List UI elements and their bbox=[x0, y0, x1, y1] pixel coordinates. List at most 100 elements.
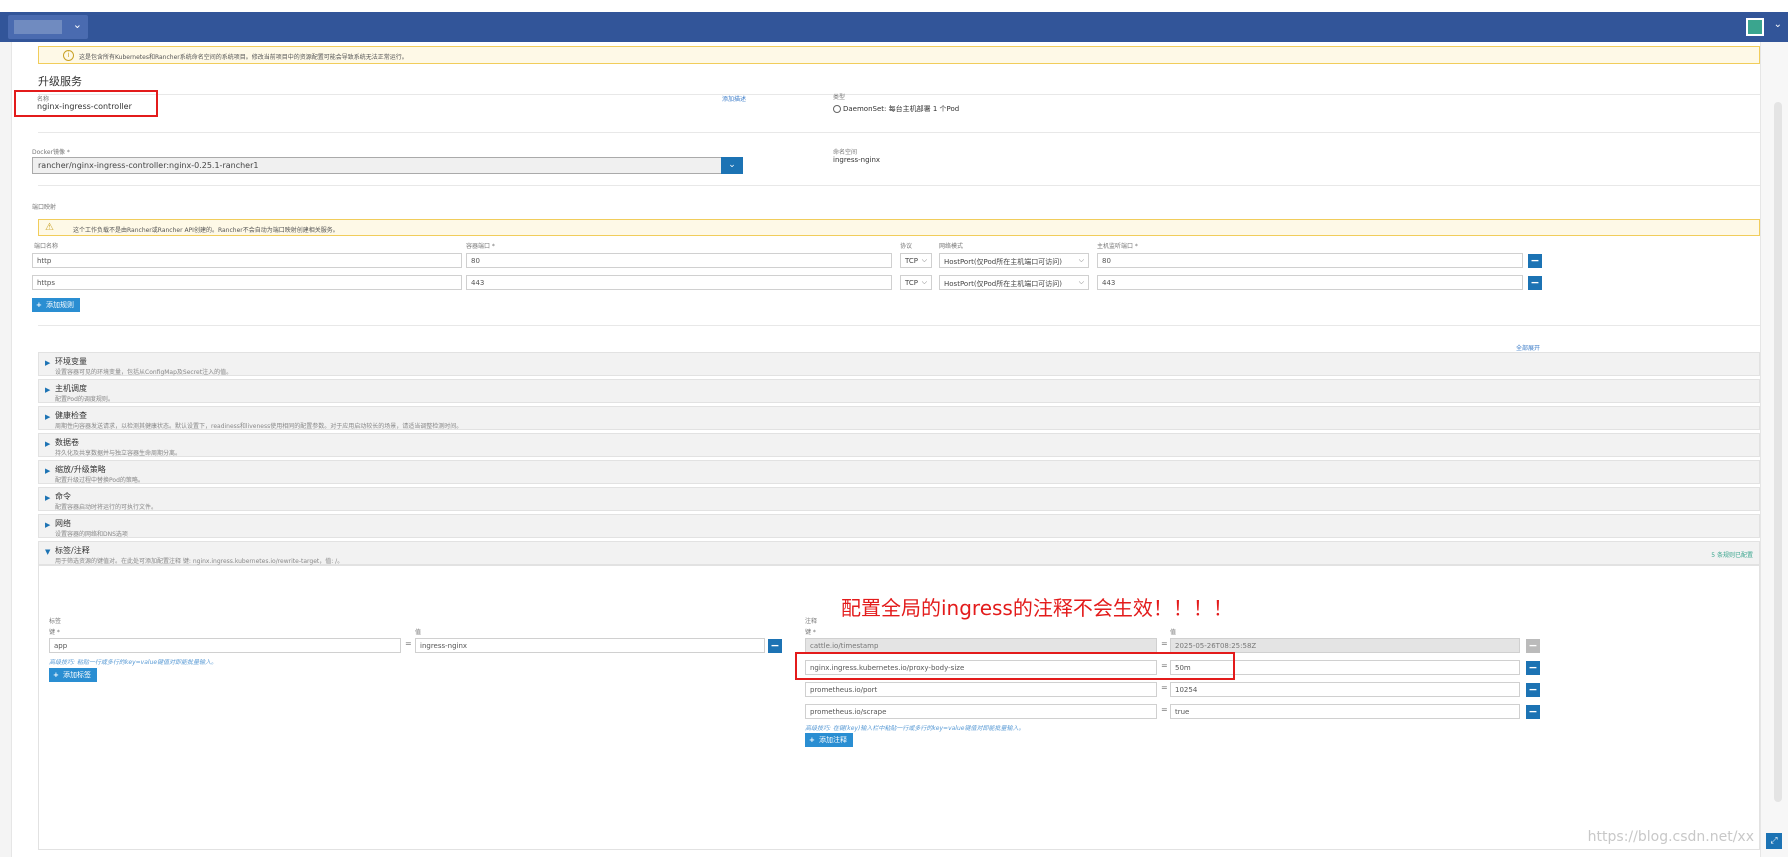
accordion-labels-annotations[interactable]: ▼ 标签/注释 用于筛选资源的键值对。在此处可添加配置注释 键: nginx.i… bbox=[38, 541, 1760, 565]
type-value-text: DaemonSet: 每台主机部署 1 个Pod bbox=[843, 105, 960, 113]
accordion-desc: 配置容器启动时将运行的可执行文件。 bbox=[55, 504, 158, 511]
namespace-label: 命名空间 bbox=[833, 149, 858, 156]
environment-switcher[interactable]: ⌄ bbox=[8, 15, 88, 39]
annotation-value-input[interactable]: true bbox=[1170, 704, 1520, 719]
label-key-header: 键 * bbox=[49, 629, 60, 636]
port-mapping-warning: ⚠ 这个工作负载不是由Rancher或Rancher API创建的。Ranche… bbox=[38, 219, 1760, 236]
annotation-key-input[interactable]: prometheus.io/port bbox=[805, 682, 1157, 697]
remove-label-button[interactable]: − bbox=[768, 639, 782, 653]
protocol-select[interactable]: TCP ⌵ bbox=[900, 253, 932, 268]
label-value-header: 值 bbox=[415, 629, 422, 636]
accordion-desc: 用于筛选资源的键值对。在此处可添加配置注释 键: nginx.ingress.k… bbox=[55, 558, 344, 565]
add-annotation-button[interactable]: + 添加注释 bbox=[805, 733, 853, 747]
accordion-desc: 配置Pod的调度规则。 bbox=[55, 396, 114, 403]
add-label-button[interactable]: + 添加标签 bbox=[49, 668, 97, 682]
annotation-value-input[interactable]: 10254 bbox=[1170, 682, 1520, 697]
notice-text: 这是包含所有Kubernetes和Rancher系统命名空间的系统项目。修改当前… bbox=[79, 54, 408, 61]
accordion-title: 网络 bbox=[55, 519, 71, 528]
name-highlight-box bbox=[14, 90, 158, 117]
expand-triangle-icon: ▶ bbox=[45, 440, 51, 448]
col-container-port: 容器端口 * bbox=[466, 243, 495, 250]
top-navigation-bar: ⌄ ⌄ bbox=[0, 12, 1788, 42]
remove-annotation-button[interactable]: − bbox=[1526, 683, 1540, 697]
accordion-title: 健康检查 bbox=[55, 411, 87, 420]
docker-image-input[interactable]: rancher/nginx-ingress-controller:nginx-0… bbox=[32, 157, 722, 174]
accordion-networking[interactable]: ▶ 网络 设置容器的网络和DNS选项 bbox=[38, 514, 1760, 538]
left-rail bbox=[0, 42, 12, 857]
network-mode-select[interactable]: HostPort(仅Pod所在主机端口可访问) ⌵ bbox=[939, 253, 1089, 268]
label-value-input[interactable]: ingress-nginx bbox=[415, 638, 765, 653]
select-chevron-icon: ⌵ bbox=[1078, 278, 1084, 286]
accordion-desc: 设置容器的网络和DNS选项 bbox=[55, 531, 128, 538]
expand-all-link[interactable]: 全部展开 bbox=[1516, 343, 1540, 352]
divider bbox=[38, 325, 1760, 326]
accordion-health-check[interactable]: ▶ 健康检查 周期性向容器发送请求，以检测其健康状态。默认设置下，readine… bbox=[38, 406, 1760, 430]
col-host-port: 主机监听端口 * bbox=[1097, 243, 1138, 250]
accordion-title: 数据卷 bbox=[55, 438, 79, 447]
container-port-input[interactable]: 443 bbox=[466, 275, 892, 290]
host-port-input[interactable]: 80 bbox=[1097, 253, 1523, 268]
avatar-chevron-down-icon[interactable]: ⌄ bbox=[1774, 19, 1782, 30]
accordion-desc: 设置容器可见的环境变量，包括从ConfigMap及Secret注入的值。 bbox=[55, 369, 233, 376]
type-value: DaemonSet: 每台主机部署 1 个Pod bbox=[833, 104, 959, 114]
expand-triangle-icon: ▶ bbox=[45, 494, 51, 502]
network-mode-select[interactable]: HostPort(仅Pod所在主机端口可访问) ⌵ bbox=[939, 275, 1089, 290]
labels-paste-hint: 高级技巧: 粘贴一行或多行的key=value键值对即能批量输入。 bbox=[49, 659, 218, 666]
accordion-title: 主机调度 bbox=[55, 384, 87, 393]
network-mode-value: HostPort(仅Pod所在主机端口可访问) bbox=[944, 280, 1062, 288]
add-label-text: 添加标签 bbox=[63, 671, 91, 679]
remove-annotation-button: − bbox=[1526, 639, 1540, 653]
add-rule-button[interactable]: + 添加规则 bbox=[32, 298, 80, 312]
select-chevron-icon: ⌵ bbox=[921, 256, 927, 264]
chevron-down-icon: ⌄ bbox=[728, 160, 736, 170]
page-title: 升级服务 bbox=[38, 75, 82, 88]
annotation-key-input[interactable]: prometheus.io/scrape bbox=[805, 704, 1157, 719]
host-port-input[interactable]: 443 bbox=[1097, 275, 1523, 290]
remove-port-button[interactable]: − bbox=[1528, 254, 1542, 268]
col-network-mode: 网络模式 bbox=[939, 243, 964, 250]
remove-annotation-button[interactable]: − bbox=[1526, 661, 1540, 675]
accordion-volumes[interactable]: ▶ 数据卷 持久化及共享数据并与独立容器生命周期分离。 bbox=[38, 433, 1760, 457]
plus-icon: + bbox=[809, 736, 815, 744]
remove-annotation-button[interactable]: − bbox=[1526, 705, 1540, 719]
port-name-input[interactable]: https bbox=[32, 275, 462, 290]
docker-image-dropdown-button[interactable]: ⌄ bbox=[721, 157, 743, 174]
equals-sign: = bbox=[1161, 705, 1168, 714]
accordion-desc: 配置升级过程中替换Pod的策略。 bbox=[55, 477, 144, 484]
label-key-input[interactable]: app bbox=[49, 638, 401, 653]
col-port-name: 端口名称 bbox=[34, 243, 59, 250]
annotation-value-header: 值 bbox=[1170, 629, 1177, 636]
accordion-env-vars[interactable]: ▶ 环境变量 设置容器可见的环境变量，包括从ConfigMap及Secret注入… bbox=[38, 352, 1760, 376]
remove-port-button[interactable]: − bbox=[1528, 276, 1542, 290]
accordion-desc: 周期性向容器发送请求，以检测其健康状态。默认设置下，readiness和live… bbox=[55, 423, 463, 430]
proxy-body-size-highlight-box bbox=[795, 652, 1235, 680]
accordion-command[interactable]: ▶ 命令 配置容器启动时将运行的可执行文件。 bbox=[38, 487, 1760, 511]
expand-triangle-icon: ▶ bbox=[45, 359, 51, 367]
corner-expand-icon[interactable]: ⤢ bbox=[1766, 833, 1782, 849]
container-port-input[interactable]: 80 bbox=[466, 253, 892, 268]
overlay-annotation-text: 配置全局的ingress的注释不会生效！！！！ bbox=[841, 596, 1233, 620]
info-icon: i bbox=[63, 50, 74, 61]
add-description-link[interactable]: 添加描述 bbox=[722, 94, 746, 103]
plus-icon: + bbox=[36, 301, 42, 309]
watermark: https://blog.csdn.net/xx bbox=[1587, 829, 1754, 845]
cube-icon bbox=[833, 105, 841, 113]
divider bbox=[38, 185, 1760, 186]
scrollbar[interactable] bbox=[1774, 102, 1782, 802]
top-strip bbox=[0, 0, 1788, 12]
annotations-paste-hint: 高级技巧: 在键(key)输入栏中粘贴一行或多行的key=value键值对即能批… bbox=[805, 725, 1025, 732]
equals-sign: = bbox=[1161, 683, 1168, 692]
annotation-key-header: 键 * bbox=[805, 629, 816, 636]
expand-triangle-icon: ▶ bbox=[45, 521, 51, 529]
system-project-notice: i 这是包含所有Kubernetes和Rancher系统命名空间的系统项目。修改… bbox=[38, 46, 1760, 64]
accordion-scheduling[interactable]: ▶ 主机调度 配置Pod的调度规则。 bbox=[38, 379, 1760, 403]
user-avatar[interactable] bbox=[1746, 18, 1764, 36]
protocol-value: TCP bbox=[905, 279, 918, 287]
port-mapping-label: 端口映射 bbox=[32, 204, 57, 211]
select-chevron-icon: ⌵ bbox=[1078, 256, 1084, 264]
plus-icon: + bbox=[53, 671, 59, 679]
accordion-desc: 持久化及共享数据并与独立容器生命周期分离。 bbox=[55, 450, 182, 457]
accordion-scaling[interactable]: ▶ 缩放/升级策略 配置升级过程中替换Pod的策略。 bbox=[38, 460, 1760, 484]
protocol-select[interactable]: TCP ⌵ bbox=[900, 275, 932, 290]
port-name-input[interactable]: http bbox=[32, 253, 462, 268]
